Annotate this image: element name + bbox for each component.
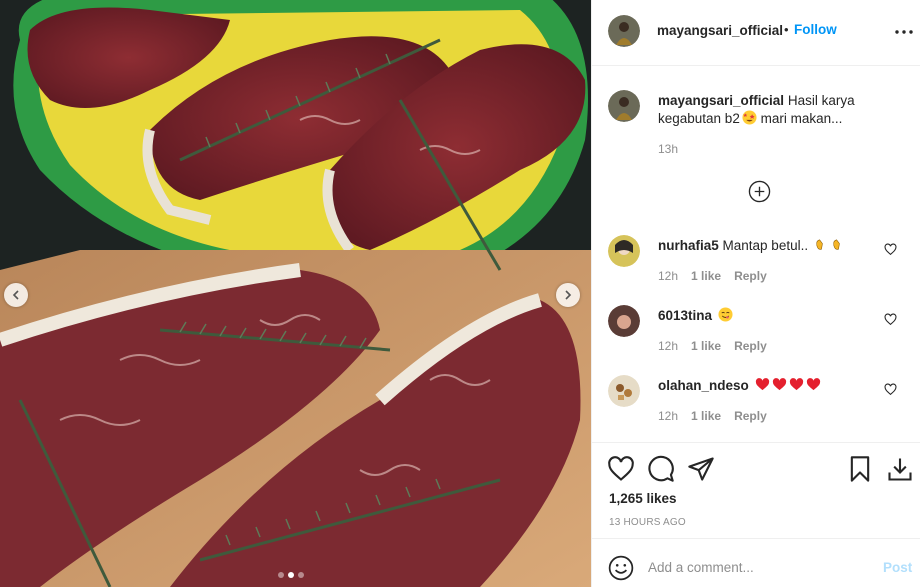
caption-body-continued: mari makan... [760,111,843,126]
chevron-left-icon [12,290,19,300]
comment-body: Mantap betul.. [722,238,809,253]
comment-item: nurhafia5 Mantap betul.. 12h 1 like Repl… [592,235,920,305]
caption-username[interactable]: mayangsari_official [658,93,784,108]
share-paper-plane-icon[interactable] [687,455,715,483]
comment-timestamp: 12h [658,339,679,353]
reply-button[interactable]: Reply [734,409,767,423]
more-horizontal-icon[interactable] [894,24,914,40]
avatar[interactable] [608,235,640,267]
comment-username[interactable]: nurhafia5 [658,238,719,253]
comment-input[interactable] [648,553,868,581]
heart-outline-icon[interactable] [884,383,897,396]
follow-button[interactable]: Follow [794,22,837,37]
carousel-dot [298,572,304,578]
red-heart-emoji-icon [806,378,820,391]
add-comment-bar: Post [592,538,920,587]
comment-item: 6013tina 12h 1 like Reply [592,305,920,375]
post-username[interactable]: mayangsari_official [657,23,783,38]
comment-username[interactable]: 6013tina [658,308,712,323]
download-icon[interactable] [886,455,914,483]
yum-face-emoji-icon [718,307,733,322]
post-side-panel: mayangsari_official • Follow mayangsari_… [591,0,920,587]
caption-timestamp: 13h [658,142,679,156]
post-comment-button[interactable]: Post [883,560,912,575]
comment-text: olahan_ndeso [658,377,821,393]
reply-button[interactable]: Reply [734,269,767,283]
emoji-smiley-icon[interactable] [608,555,634,581]
avatar[interactable] [608,15,640,47]
red-heart-emoji-icon [789,378,803,391]
post-header: mayangsari_official • Follow [592,0,920,66]
post-actions: 1,265 likes 13 HOURS AGO [592,442,920,538]
comment-bubble-icon[interactable] [647,455,675,483]
comment-likes[interactable]: 1 like [691,409,721,423]
comment-likes[interactable]: 1 like [691,269,721,283]
avatar[interactable] [608,305,640,337]
red-heart-emoji-icon [772,378,786,391]
load-more-comments-icon[interactable] [748,180,771,203]
clapping-hands-emoji-icon [816,239,823,250]
comment-timestamp: 12h [658,269,679,283]
save-bookmark-icon[interactable] [846,455,874,483]
carousel-indicator [278,572,304,578]
reply-button[interactable]: Reply [734,339,767,353]
carousel-dot [278,572,284,578]
caption-text: mayangsari_official Hasil karya kegabuta… [658,92,908,128]
post-photo [0,0,591,587]
comment-timestamp: 12h [658,409,679,423]
star-struck-emoji-icon [742,110,757,125]
next-photo-button[interactable] [556,283,580,307]
likes-count[interactable]: 1,265 likes [609,491,677,506]
comment-item: olahan_ndeso 12h 1 like Reply [592,375,920,445]
comment-likes[interactable]: 1 like [691,339,721,353]
avatar[interactable] [608,375,640,407]
separator-dot: • [784,22,789,37]
like-heart-icon[interactable] [607,455,635,483]
previous-photo-button[interactable] [4,283,28,307]
comment-text: 6013tina [658,307,733,323]
comment-username[interactable]: olahan_ndeso [658,378,749,393]
avatar[interactable] [608,90,640,122]
carousel-dot-active [288,572,294,578]
post-media[interactable] [0,0,591,587]
heart-outline-icon[interactable] [884,313,897,326]
heart-outline-icon[interactable] [884,243,897,256]
comment-meta: 12h 1 like Reply [658,339,767,353]
post-timestamp: 13 HOURS AGO [609,517,686,528]
comment-meta: 12h 1 like Reply [658,409,767,423]
chevron-right-icon [565,290,572,300]
comment-meta: 12h 1 like Reply [658,269,767,283]
clapping-hands-emoji-icon [833,239,840,250]
comment-text: nurhafia5 Mantap betul.. [658,237,846,253]
red-heart-emoji-icon [755,378,769,391]
